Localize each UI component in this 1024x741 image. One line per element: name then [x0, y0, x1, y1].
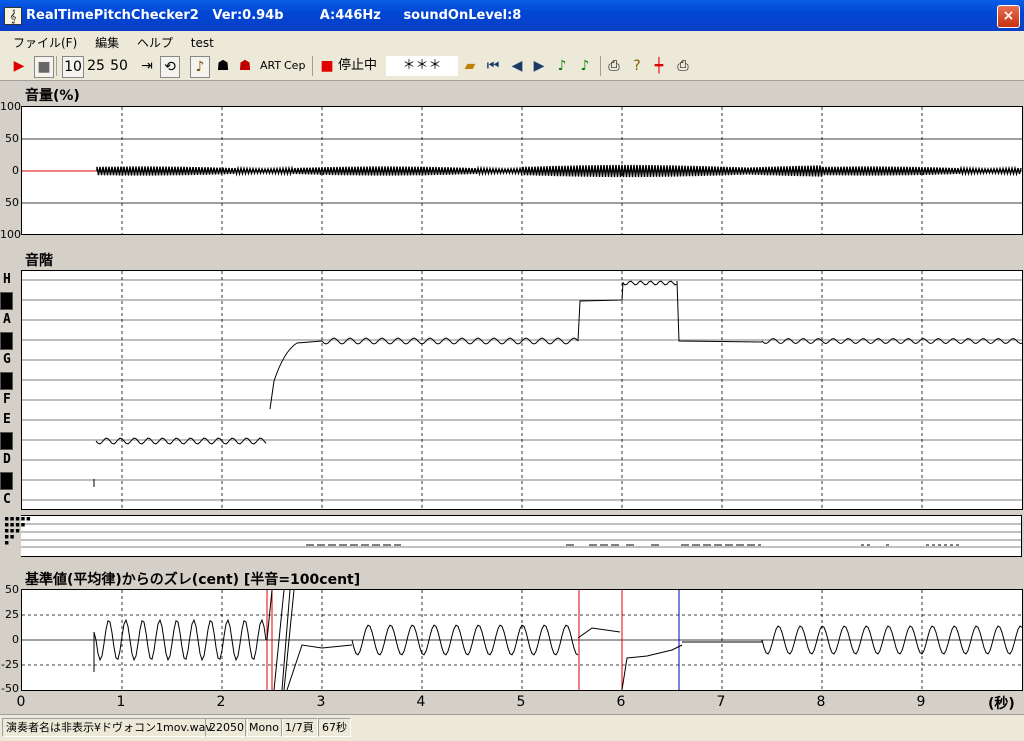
status-channels: Mono: [245, 718, 283, 737]
scale-title: 音階: [25, 253, 53, 269]
menu-test[interactable]: test: [184, 33, 221, 53]
status-page: 1/7頁: [281, 718, 318, 737]
pitch-trace: [321, 337, 579, 345]
close-button[interactable]: ×: [997, 5, 1020, 28]
toolbar-separator: [56, 56, 57, 76]
next-page-icon[interactable]: ▶: [530, 56, 548, 76]
play-icon[interactable]: ▶: [10, 56, 28, 76]
help-icon[interactable]: ?: [628, 56, 646, 76]
x-tick-label: 1: [116, 694, 126, 710]
toolbar: ▶ ■ 10 25 50 ⇥ ⟲ ♪ ☗ ☗ ART Cep ■ 停止中 ＊＊＊…: [0, 53, 1024, 81]
status-label: 停止中: [338, 58, 378, 73]
x-tick-label: 3: [316, 694, 326, 710]
volume-title: 音量(%): [25, 88, 80, 104]
x-tick-label: 9: [916, 694, 926, 710]
window-title: RealTimePitchChecker2 Ver:0.94b A:446Hz …: [26, 8, 522, 23]
x-tick-label: 0: [16, 694, 26, 710]
note-green-icon[interactable]: ♪: [553, 56, 571, 76]
y-tick: -25: [1, 658, 19, 671]
note-label-f: F: [3, 392, 11, 407]
y-tick: 50: [5, 132, 19, 145]
black-key-marker: [0, 432, 13, 450]
zoom-25-button[interactable]: 25: [86, 56, 106, 76]
deviation-trace: [93, 618, 267, 672]
x-tick-label: 6: [616, 694, 626, 710]
prev-page-icon[interactable]: ◀: [508, 56, 526, 76]
pitch-trace: [95, 437, 267, 445]
note-label-c: C: [3, 492, 11, 507]
marker-icon[interactable]: ┿: [650, 56, 668, 76]
open-folder-icon[interactable]: ▰: [461, 56, 479, 76]
pitch-trace: [269, 340, 323, 410]
note-label-d: D: [3, 452, 11, 467]
menu-help[interactable]: ヘルプ: [130, 31, 180, 54]
note-label-g: G: [3, 352, 11, 367]
deviation-title: 基準値(平均律)からのズレ(cent) [半音=100cent]: [25, 572, 361, 588]
x-tick-label: 5: [516, 694, 526, 710]
pitch-trace: [676, 280, 763, 343]
pitch-trace: [622, 280, 678, 286]
status-rate: 22050: [205, 718, 248, 737]
y-tick: 0: [12, 164, 19, 177]
record-status-icon: ■: [320, 58, 334, 74]
player-icon[interactable]: ☗: [214, 56, 232, 76]
first-page-icon[interactable]: ⏮: [484, 56, 502, 76]
status-duration: 67秒: [318, 718, 351, 737]
status-file: 演奏者名は非表示¥ドヴォコン1mov.wav: [2, 718, 212, 737]
skip-to-end-icon[interactable]: ⇥: [138, 56, 156, 76]
violin-icon[interactable]: ♪: [190, 56, 210, 78]
y-tick: 50: [5, 196, 19, 209]
status-bar: 演奏者名は非表示¥ドヴォコン1mov.wav 22050 Mono 1/7頁 6…: [0, 714, 1024, 741]
player-red-icon[interactable]: ☗: [236, 56, 254, 76]
app-icon: 𝄞: [4, 7, 22, 25]
black-key-marker: [0, 372, 13, 390]
y-tick: 100: [0, 228, 21, 241]
volume-plot[interactable]: [21, 106, 1023, 235]
menu-bar: ファイル(F) 編集 ヘルプ test: [0, 31, 1024, 54]
print-icon[interactable]: ⎙: [605, 56, 623, 76]
note-label-a: A: [3, 312, 11, 327]
x-axis-unit: (秒): [988, 696, 1015, 712]
deviation-trace: [577, 627, 683, 690]
segment-strip: [21, 515, 1022, 557]
scale-plot[interactable]: [21, 270, 1023, 510]
x-tick-label: 7: [716, 694, 726, 710]
black-key-marker: [0, 472, 13, 490]
zoom-50-button[interactable]: 50: [109, 56, 129, 76]
y-tick: 100: [0, 100, 21, 113]
pitch-trace: [761, 337, 1022, 345]
note-green-alt-icon[interactable]: ♪: [576, 56, 594, 76]
note-label-h: H: [3, 272, 11, 287]
art-button[interactable]: ART: [260, 56, 281, 76]
strip-marks: ▪▪▪▪▪ ▪▪▪▪ ▪▪▪ ▪▪ ▪: [4, 514, 32, 548]
print-alt-icon[interactable]: ⎙: [674, 56, 692, 76]
stop-icon[interactable]: ■: [34, 56, 54, 78]
black-key-marker: [0, 332, 13, 350]
menu-edit[interactable]: 編集: [88, 31, 126, 54]
black-key-marker: [0, 292, 13, 310]
y-tick: 0: [12, 633, 19, 646]
menu-file[interactable]: ファイル(F): [6, 31, 84, 54]
note-display: ＊＊＊: [386, 56, 458, 76]
title-bar[interactable]: 𝄞 RealTimePitchChecker2 Ver:0.94b A:446H…: [0, 0, 1024, 31]
cep-button[interactable]: Cep: [284, 56, 305, 76]
zoom-10-button[interactable]: 10: [62, 56, 84, 78]
x-tick-label: 4: [416, 694, 426, 710]
toolbar-separator: [600, 56, 601, 76]
x-tick-label: 2: [216, 694, 226, 710]
y-tick: 50: [5, 583, 19, 596]
deviation-plot[interactable]: [21, 589, 1023, 691]
repeat-icon[interactable]: ⟲: [160, 56, 180, 78]
note-label-e: E: [3, 412, 11, 427]
pitch-trace: [577, 281, 624, 342]
y-tick: 25: [5, 608, 19, 621]
toolbar-separator: [312, 56, 313, 76]
x-tick-label: 8: [816, 694, 826, 710]
